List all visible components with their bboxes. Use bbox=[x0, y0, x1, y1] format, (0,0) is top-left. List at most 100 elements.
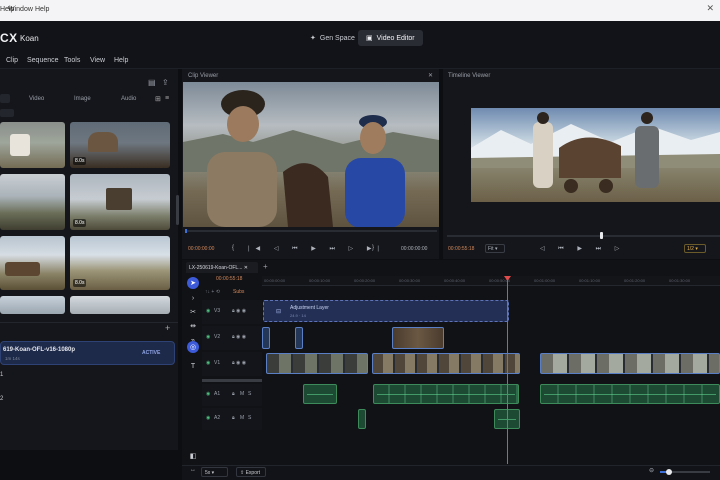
waveform bbox=[544, 394, 716, 395]
solo-button[interactable]: S bbox=[248, 415, 251, 421]
timeline-clip[interactable] bbox=[295, 327, 303, 349]
clip-transport-controls[interactable]: |◀ ◁ ⏮ ▶ ⏭ ▷ ▶| bbox=[248, 245, 385, 253]
media-tab-video[interactable]: Video bbox=[29, 96, 44, 102]
audio-clip[interactable] bbox=[540, 384, 720, 404]
mute-button[interactable]: M bbox=[240, 415, 244, 421]
timeline-scrubber-head[interactable] bbox=[600, 232, 603, 239]
media-thumb-6[interactable]: 8.0s bbox=[70, 236, 170, 290]
timeline-scrubber[interactable] bbox=[447, 235, 720, 237]
media-tab-all[interactable] bbox=[0, 94, 10, 103]
close-icon[interactable]: ✕ bbox=[428, 72, 433, 79]
speaker-icon[interactable]: ◉ bbox=[206, 415, 210, 421]
audio-clip[interactable] bbox=[358, 409, 366, 429]
timeline-clip[interactable] bbox=[540, 353, 720, 374]
lock-icon[interactable]: 🔒︎ bbox=[232, 415, 235, 421]
eye-icon[interactable]: ◉ bbox=[206, 360, 210, 366]
magnet-tool-icon[interactable]: ◎ bbox=[187, 341, 199, 353]
video-editor-button[interactable]: ▣ Video Editor bbox=[358, 30, 423, 46]
menu-tools[interactable]: Tools bbox=[64, 57, 80, 64]
media-thumb-4[interactable]: 8.0s bbox=[70, 174, 170, 230]
timeline-scene bbox=[471, 112, 720, 193]
clip-scrubber[interactable] bbox=[185, 230, 437, 232]
mute-button[interactable]: M bbox=[240, 391, 244, 397]
track-header-v3: ◉ V3 🔒︎ ◉ ◉ bbox=[202, 300, 262, 324]
film-icon: ▣ bbox=[366, 35, 373, 42]
media-scrollbar[interactable] bbox=[176, 195, 179, 225]
zoom-out-icon[interactable]: ⊖ bbox=[649, 467, 654, 474]
menu-clip[interactable]: Clip bbox=[6, 57, 18, 64]
media-thumb-1[interactable] bbox=[0, 122, 65, 168]
thumb-duration: 8.0s bbox=[73, 279, 87, 287]
track-controls[interactable]: 🔒︎ ◉ ◉ bbox=[232, 334, 246, 340]
mark-out-icon[interactable]: } bbox=[372, 245, 374, 251]
track-header-tools[interactable]: ↑↓ + ⟲ bbox=[205, 289, 220, 295]
media-thumb-2[interactable]: 8.0s bbox=[70, 122, 170, 168]
media-thumb-3[interactable] bbox=[0, 174, 65, 230]
track-controls[interactable]: 🔒︎ ◉ ◉ bbox=[232, 360, 246, 366]
menu-view[interactable]: View bbox=[90, 57, 105, 64]
expand-tool-icon[interactable]: › bbox=[187, 292, 199, 304]
ratio-label: 1/2 bbox=[687, 246, 694, 252]
select-tool-icon[interactable]: ➤ bbox=[187, 277, 199, 289]
timeline-tab[interactable]: LX-250619-Koan-OFL... ✕ bbox=[186, 262, 258, 273]
gen-space-button[interactable]: ✦ Gen Space bbox=[302, 30, 363, 46]
audio-clip[interactable] bbox=[373, 384, 519, 404]
media-tab-audio[interactable]: Audio bbox=[121, 96, 136, 102]
add-sequence-icon[interactable]: + bbox=[165, 323, 170, 333]
slip-tool-icon[interactable]: ⇹ bbox=[187, 320, 199, 332]
timeline-clip[interactable] bbox=[372, 353, 520, 374]
track-controls[interactable]: 🔒︎ ◉ ◉ bbox=[232, 308, 246, 314]
wheel-shape bbox=[564, 179, 578, 193]
close-icon[interactable]: ✕ bbox=[244, 265, 248, 271]
fit-dropdown[interactable]: Fit ▾ bbox=[485, 244, 505, 253]
clip-scene bbox=[183, 90, 439, 227]
zoom-slider-thumb[interactable] bbox=[666, 469, 672, 475]
window-close-icon[interactable]: ✕ bbox=[706, 3, 714, 14]
sequence-item[interactable]: 2 bbox=[0, 396, 3, 402]
export-button[interactable]: ⇪ Export bbox=[236, 467, 266, 477]
audio-clip[interactable] bbox=[303, 384, 337, 404]
media-tab-image[interactable]: Image bbox=[74, 96, 91, 102]
media-thumb-8[interactable] bbox=[70, 296, 170, 314]
track-header-a1: ◉ A1 🔒︎ M S bbox=[202, 384, 262, 406]
lock-icon[interactable]: 🔒︎ bbox=[232, 391, 235, 397]
filter-chip[interactable] bbox=[0, 109, 14, 117]
media-thumb-5[interactable] bbox=[0, 236, 65, 290]
timeline-ruler[interactable]: 00:00:00:00 00:00:10:00 00:00:20:00 00:0… bbox=[262, 276, 720, 286]
media-thumb-7[interactable] bbox=[0, 296, 65, 314]
text-tool-icon[interactable]: T bbox=[187, 360, 199, 372]
folder-icon[interactable]: ▤ bbox=[148, 78, 156, 87]
grid-view-icon[interactable]: ⊞ bbox=[155, 95, 161, 103]
speed-icon[interactable]: ↔ bbox=[190, 467, 196, 473]
timeline-clip[interactable] bbox=[262, 327, 270, 349]
timeline-clip[interactable] bbox=[266, 353, 368, 374]
menu-sequence[interactable]: Sequence bbox=[27, 57, 59, 64]
speaker-icon[interactable]: ◉ bbox=[206, 391, 210, 397]
timeline-transport-controls[interactable]: ◁ ⏮ ▶ ⏭ ▷ bbox=[540, 245, 625, 253]
mark-in-icon[interactable]: { bbox=[232, 245, 234, 251]
menu-help[interactable]: Help bbox=[114, 57, 128, 64]
upload-icon[interactable]: ⇪ bbox=[162, 78, 169, 87]
add-tab-icon[interactable]: + bbox=[263, 262, 268, 271]
list-view-icon[interactable]: ≡ bbox=[165, 95, 169, 102]
adjustment-sub: 24.9 · 14 bbox=[290, 313, 306, 318]
subs-toggle[interactable]: Subs bbox=[233, 289, 244, 295]
sequence-item[interactable]: 1 bbox=[0, 372, 3, 378]
panel-toggle-icon[interactable]: ◧ bbox=[187, 450, 199, 462]
audio-video-divider[interactable] bbox=[202, 379, 262, 382]
person-head-shape bbox=[537, 112, 549, 124]
eye-icon[interactable]: ◉ bbox=[206, 308, 210, 314]
timeline-clip[interactable] bbox=[392, 327, 444, 349]
sequence-item-active[interactable]: 619-Koan-OFL-v16-1080p 1m 14s ACTIVE bbox=[0, 341, 175, 365]
solo-button[interactable]: S bbox=[248, 391, 251, 397]
eye-icon[interactable]: ◉ bbox=[206, 334, 210, 340]
clip-scrubber-head[interactable] bbox=[185, 229, 187, 233]
resolution-dropdown[interactable]: 1/2 ▾ bbox=[684, 244, 706, 253]
os-menu-window[interactable]: Window bbox=[8, 6, 33, 13]
video-editor-label: Video Editor bbox=[376, 34, 415, 42]
adjustment-layer-clip[interactable]: ⊟ Adjustment Layer 24.9 · 14 bbox=[263, 300, 509, 322]
razor-tool-icon[interactable]: ✂ bbox=[187, 306, 199, 318]
speed-dropdown[interactable]: 5x ▾ bbox=[201, 467, 228, 477]
playhead[interactable] bbox=[507, 276, 508, 464]
os-menu-help-2[interactable]: Help bbox=[35, 6, 49, 13]
